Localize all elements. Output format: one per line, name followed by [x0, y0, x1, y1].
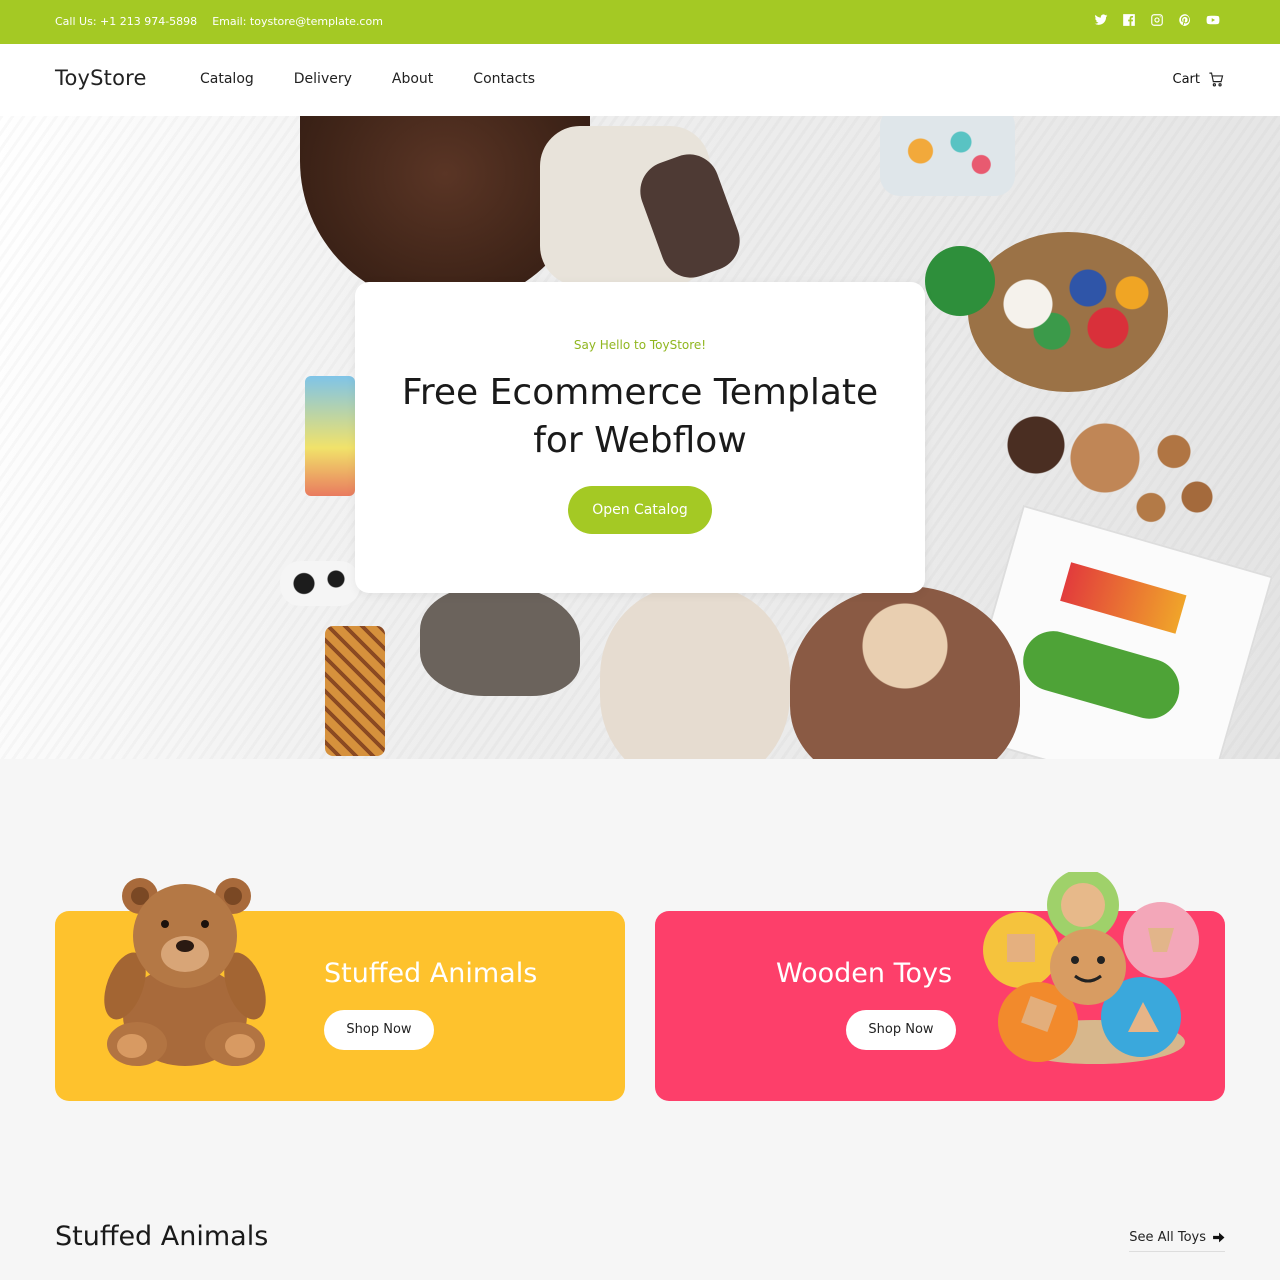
shop-now-button[interactable]: Shop Now	[324, 1010, 434, 1050]
teddy-bear-image	[104, 878, 266, 1066]
shop-now-button[interactable]: Shop Now	[846, 1010, 956, 1050]
hero-photo-cow	[280, 561, 360, 606]
hero-photo-giraffe	[325, 626, 385, 756]
contact-info: Call Us: +1 213 974-5898 Email: toystore…	[55, 15, 383, 28]
wooden-toy-image	[983, 872, 1199, 1064]
twitter-icon[interactable]	[1094, 13, 1108, 27]
youtube-icon[interactable]	[1206, 13, 1220, 27]
hero-photo-monkey	[790, 586, 1020, 759]
hero-photo-bunny	[600, 586, 790, 759]
hero-card: Say Hello to ToyStore! Free Ecommerce Te…	[355, 282, 925, 593]
nav-link-contacts[interactable]: Contacts	[473, 71, 535, 87]
main-navbar: ToyStore Catalog Delivery About Contacts…	[0, 44, 1280, 116]
section-title: Stuffed Animals	[55, 1221, 269, 1252]
hero-photo-animals	[420, 586, 580, 696]
hero-photo-leaf	[925, 246, 995, 316]
hero-title: Free Ecommerce Template for Webflow	[401, 372, 879, 461]
site-logo[interactable]: ToyStore	[55, 66, 147, 90]
hero-kicker: Say Hello to ToyStore!	[573, 338, 707, 352]
email-text: Email: toystore@template.com	[212, 15, 383, 28]
facebook-icon[interactable]	[1122, 13, 1136, 27]
hero-photo-toy-card	[305, 376, 355, 496]
nav-links: Catalog Delivery About Contacts	[200, 71, 575, 87]
open-catalog-button[interactable]: Open Catalog	[568, 486, 712, 534]
see-all-toys-link[interactable]: See All Toys	[1129, 1230, 1225, 1252]
hero-photo-jar	[880, 116, 1015, 196]
nav-link-catalog[interactable]: Catalog	[200, 71, 254, 87]
category-title: Stuffed Animals	[324, 958, 538, 989]
top-bar: Call Us: +1 213 974-5898 Email: toystore…	[0, 0, 1280, 44]
cart-label: Cart	[1172, 72, 1201, 87]
arrow-right-icon	[1213, 1232, 1225, 1243]
hero-photo-basket	[968, 232, 1168, 392]
nav-link-about[interactable]: About	[392, 71, 433, 87]
cart-icon	[1209, 72, 1224, 87]
pinterest-icon[interactable]	[1178, 13, 1192, 27]
see-all-label: See All Toys	[1129, 1230, 1206, 1245]
nav-link-delivery[interactable]: Delivery	[294, 71, 352, 87]
hero-banner: Say Hello to ToyStore! Free Ecommerce Te…	[0, 116, 1280, 759]
phone-text: Call Us: +1 213 974-5898	[55, 15, 198, 28]
category-title: Wooden Toys	[776, 958, 953, 989]
instagram-icon[interactable]	[1150, 13, 1164, 27]
cart-button[interactable]: Cart	[1173, 71, 1226, 88]
social-links	[1094, 13, 1220, 27]
